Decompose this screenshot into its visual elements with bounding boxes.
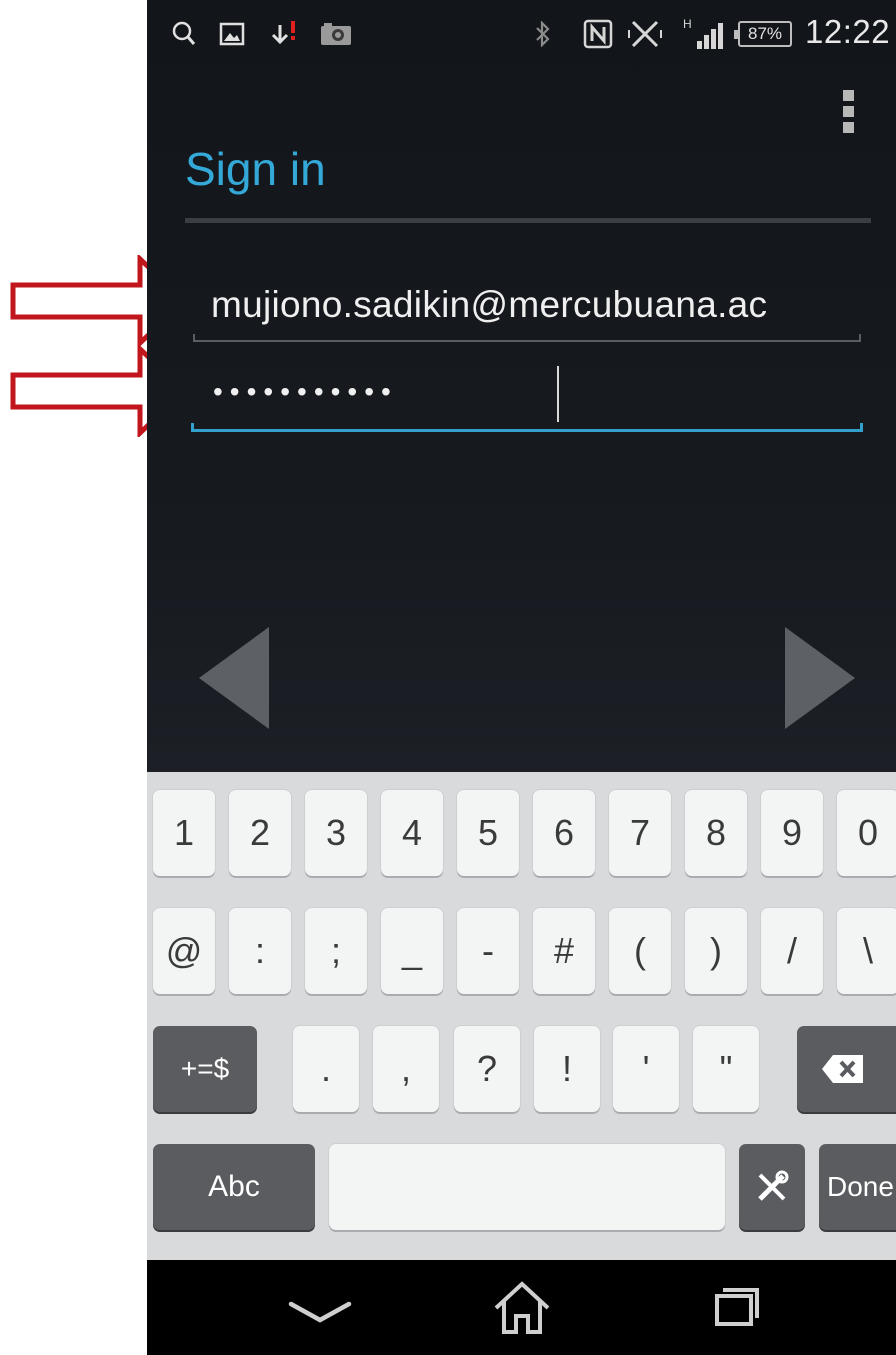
key-7[interactable]: 7 bbox=[609, 790, 671, 876]
download-alert-icon bbox=[269, 16, 299, 52]
key-9[interactable]: 9 bbox=[761, 790, 823, 876]
home-icon[interactable] bbox=[492, 1278, 552, 1338]
password-field[interactable]: ••••••••••• bbox=[191, 360, 863, 432]
email-field[interactable]: mujiono.sadikin@mercubuana.ac bbox=[193, 272, 861, 342]
key-open-paren[interactable]: ( bbox=[609, 908, 671, 994]
title-divider bbox=[185, 218, 871, 223]
image-icon bbox=[219, 16, 245, 52]
key-2[interactable]: 2 bbox=[229, 790, 291, 876]
key-question[interactable]: ? bbox=[454, 1026, 520, 1112]
key-6[interactable]: 6 bbox=[533, 790, 595, 876]
key-3[interactable]: 3 bbox=[305, 790, 367, 876]
backspace-key[interactable] bbox=[797, 1026, 896, 1112]
status-bar: H 87% 12:22 bbox=[147, 0, 896, 70]
svg-text:H: H bbox=[683, 17, 692, 31]
search-icon bbox=[171, 16, 197, 52]
key-apostrophe[interactable]: ' bbox=[613, 1026, 679, 1112]
email-value: mujiono.sadikin@mercubuana.ac bbox=[211, 284, 768, 325]
key-8[interactable]: 8 bbox=[685, 790, 747, 876]
back-icon[interactable] bbox=[285, 1278, 355, 1338]
abc-key[interactable]: Abc bbox=[153, 1144, 315, 1230]
tools-key[interactable] bbox=[739, 1144, 805, 1230]
bluetooth-icon bbox=[535, 16, 551, 52]
key-hyphen[interactable]: - bbox=[457, 908, 519, 994]
key-exclamation[interactable]: ! bbox=[534, 1026, 600, 1112]
nfc-icon bbox=[583, 16, 613, 52]
system-nav-bar bbox=[147, 1260, 896, 1355]
clock: 12:22 bbox=[805, 13, 891, 50]
key-0[interactable]: 0 bbox=[837, 790, 896, 876]
backspace-icon bbox=[822, 1055, 863, 1083]
key-slash[interactable]: / bbox=[761, 908, 823, 994]
key-comma[interactable]: , bbox=[373, 1026, 439, 1112]
vibrate-icon bbox=[627, 16, 663, 52]
page-title: Sign in bbox=[185, 143, 326, 195]
recents-icon[interactable] bbox=[707, 1278, 767, 1338]
overflow-menu-icon[interactable] bbox=[841, 90, 857, 136]
next-arrow-icon[interactable] bbox=[783, 627, 857, 729]
password-value: ••••••••••• bbox=[213, 376, 398, 407]
key-backslash[interactable]: \ bbox=[837, 908, 896, 994]
key-period[interactable]: . bbox=[293, 1026, 359, 1112]
key-1[interactable]: 1 bbox=[153, 790, 215, 876]
key-close-paren[interactable]: ) bbox=[685, 908, 747, 994]
key-underscore[interactable]: _ bbox=[381, 908, 443, 994]
battery-indicator: 87% bbox=[734, 21, 792, 47]
tools-icon bbox=[758, 1170, 789, 1201]
text-cursor bbox=[557, 366, 559, 422]
previous-arrow-icon[interactable] bbox=[199, 627, 271, 729]
key-quote[interactable]: " bbox=[693, 1026, 759, 1112]
space-key[interactable] bbox=[329, 1144, 725, 1230]
key-4[interactable]: 4 bbox=[381, 790, 443, 876]
symbols-toggle-key[interactable]: +=$ bbox=[153, 1026, 257, 1112]
key-colon[interactable]: : bbox=[229, 908, 291, 994]
signal-h-icon: H bbox=[683, 16, 729, 52]
done-key[interactable]: Done bbox=[819, 1144, 896, 1230]
key-semicolon[interactable]: ; bbox=[305, 908, 367, 994]
key-hash[interactable]: # bbox=[533, 908, 595, 994]
phone-screen: H 87% 12:22 Sign in mujiono.sadikin@merc… bbox=[147, 0, 896, 1355]
camera-icon bbox=[319, 16, 353, 52]
key-at[interactable]: @ bbox=[153, 908, 215, 994]
soft-keyboard: 1 2 3 4 5 6 7 8 9 0 @ : ; _ - # ( ) / \ … bbox=[147, 772, 896, 1260]
key-5[interactable]: 5 bbox=[457, 790, 519, 876]
